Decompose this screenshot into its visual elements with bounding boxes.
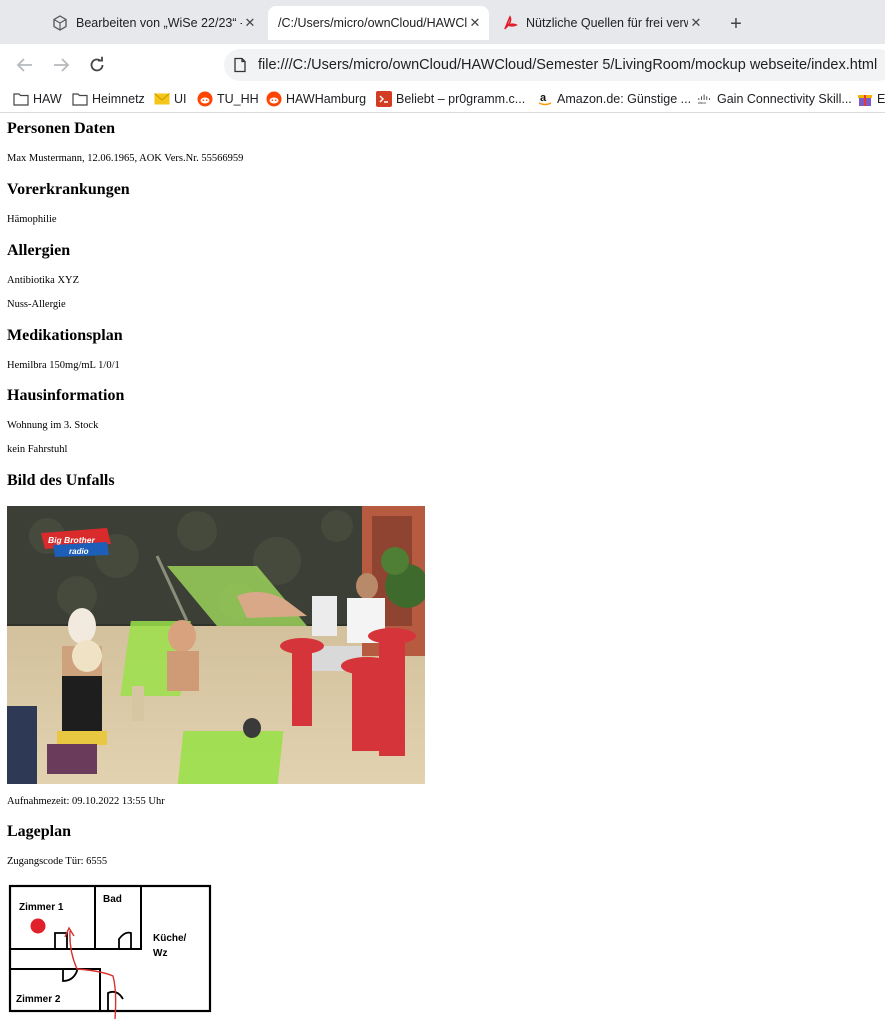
back-button[interactable] <box>13 53 37 77</box>
bookmark-label: Amazon.de: Günstige ... <box>557 92 692 106</box>
bookmarks-bar: HAW Heimnetz UI TU_HH HAWHamburg Beliebt… <box>0 86 885 113</box>
bookmark-label: HAW <box>33 92 62 106</box>
bookmark-label: Heimnetz <box>92 92 145 106</box>
reload-icon <box>90 56 104 72</box>
gift-icon <box>857 91 873 107</box>
bookmark-hawhamburg[interactable]: HAWHamburg <box>266 90 366 108</box>
tab-quellen[interactable]: Nützliche Quellen für frei verwe ✕ <box>492 6 710 40</box>
bookmark-cisco[interactable]: cisco Gain Connectivity Skill... <box>697 90 852 108</box>
forward-button[interactable] <box>49 53 73 77</box>
house-item: kein Fahrstuhl <box>7 444 68 455</box>
personal-text: Max Mustermann, 12.06.1965, AOK Vers.Nr.… <box>7 153 244 164</box>
bookmark-label: HAWHamburg <box>286 92 367 106</box>
conditions-heading: Vorerkrankungen <box>7 181 130 198</box>
allergy-item: Nuss-Allergie <box>7 299 66 310</box>
door-code: Zugangscode Tür: 6555 <box>7 856 108 867</box>
room1-label: Zimmer 1 <box>19 902 64 913</box>
medication-heading: Medikationsplan <box>7 327 123 344</box>
close-icon[interactable]: ✕ <box>467 15 483 31</box>
bookmark-heimnetz[interactable]: Heimnetz <box>72 90 145 108</box>
bookmark-label: TU_HH <box>217 92 259 106</box>
condition-item: Hämophilie <box>7 214 57 225</box>
moodle-icon <box>52 15 68 31</box>
tab-strip: Bearbeiten von „WiSe 22/23“ - C ✕ /C:/Us… <box>0 0 885 45</box>
reddit-icon <box>197 91 213 107</box>
bookmark-label: Beliebt – pr0gramm.c... <box>396 92 526 106</box>
bookmark-label: UI <box>174 92 187 106</box>
file-icon <box>234 57 246 73</box>
tab-title: Bearbeiten von „WiSe 22/23“ - C <box>76 16 242 30</box>
mail-icon <box>154 91 170 107</box>
accident-marker <box>30 918 46 934</box>
amazon-icon: a <box>537 91 553 107</box>
medication-item: Hemilbra 150mg/mL 1/0/1 <box>7 360 120 371</box>
bookmark-label: Gain Connectivity Skill... <box>717 92 852 106</box>
tab-local-file[interactable]: /C:/Users/micro/ownCloud/HAWCl ✕ <box>268 6 489 40</box>
arrow-left-icon <box>16 58 32 72</box>
floorplan-heading: Lageplan <box>7 823 72 840</box>
cisco-icon: cisco <box>697 91 713 107</box>
reddit-icon <box>266 91 282 107</box>
tab-title: Nützliche Quellen für frei verwe <box>526 16 688 30</box>
bookmark-tuhh[interactable]: TU_HH <box>197 90 259 108</box>
svg-text:a: a <box>540 92 547 104</box>
reload-button[interactable] <box>85 53 109 77</box>
tab-title: /C:/Users/micro/ownCloud/HAWCl <box>278 16 467 30</box>
page-content: Personen Daten Max Mustermann, 12.06.196… <box>0 113 885 1027</box>
bookmark-e[interactable]: E <box>857 90 885 108</box>
house-item: Wohnung im 3. Stock <box>7 420 99 431</box>
kitchen-label: Küche/ <box>153 933 187 944</box>
room2-label: Zimmer 2 <box>16 994 61 1005</box>
accident-heading: Bild des Unfalls <box>7 472 115 489</box>
bookmark-amazon[interactable]: a Amazon.de: Günstige ... <box>537 90 691 108</box>
tab-moodle[interactable]: Bearbeiten von „WiSe 22/23“ - C ✕ <box>42 6 264 40</box>
svg-text:radio: radio <box>69 547 89 556</box>
allergies-heading: Allergien <box>7 242 71 259</box>
new-tab-button[interactable]: + <box>724 12 748 36</box>
bookmark-pr0gramm[interactable]: Beliebt – pr0gramm.c... <box>376 90 525 108</box>
accident-time: Aufnahmezeit: 09.10.2022 13:55 Uhr <box>7 796 165 807</box>
acrobat-icon <box>502 15 518 31</box>
url-text: file:///C:/Users/micro/ownCloud/HAWCloud… <box>258 57 878 73</box>
floor-plan: Zimmer 1 Bad Küche/ Wz Zimmer 2 <box>7 881 213 1020</box>
bath-label: Bad <box>103 894 122 905</box>
folder-icon <box>13 91 29 107</box>
toolbar: file:///C:/Users/micro/ownCloud/HAWCloud… <box>0 44 885 86</box>
folder-icon <box>72 91 88 107</box>
personal-heading: Personen Daten <box>7 120 115 137</box>
arrow-right-icon <box>54 58 70 72</box>
pr0-icon <box>376 91 392 107</box>
kitchen-label-2: Wz <box>153 948 167 959</box>
svg-text:cisco: cisco <box>698 101 706 105</box>
accident-photo: Big Brother radio <box>7 506 425 784</box>
house-heading: Hausinformation <box>7 387 125 404</box>
bookmark-label: E <box>877 92 885 106</box>
close-icon[interactable]: ✕ <box>688 15 704 31</box>
bookmark-ui[interactable]: UI <box>154 90 187 108</box>
bookmark-haw[interactable]: HAW <box>13 90 62 108</box>
address-bar[interactable]: file:///C:/Users/micro/ownCloud/HAWCloud… <box>224 49 885 81</box>
close-icon[interactable]: ✕ <box>242 15 258 31</box>
allergy-item: Antibiotika XYZ <box>7 275 80 286</box>
